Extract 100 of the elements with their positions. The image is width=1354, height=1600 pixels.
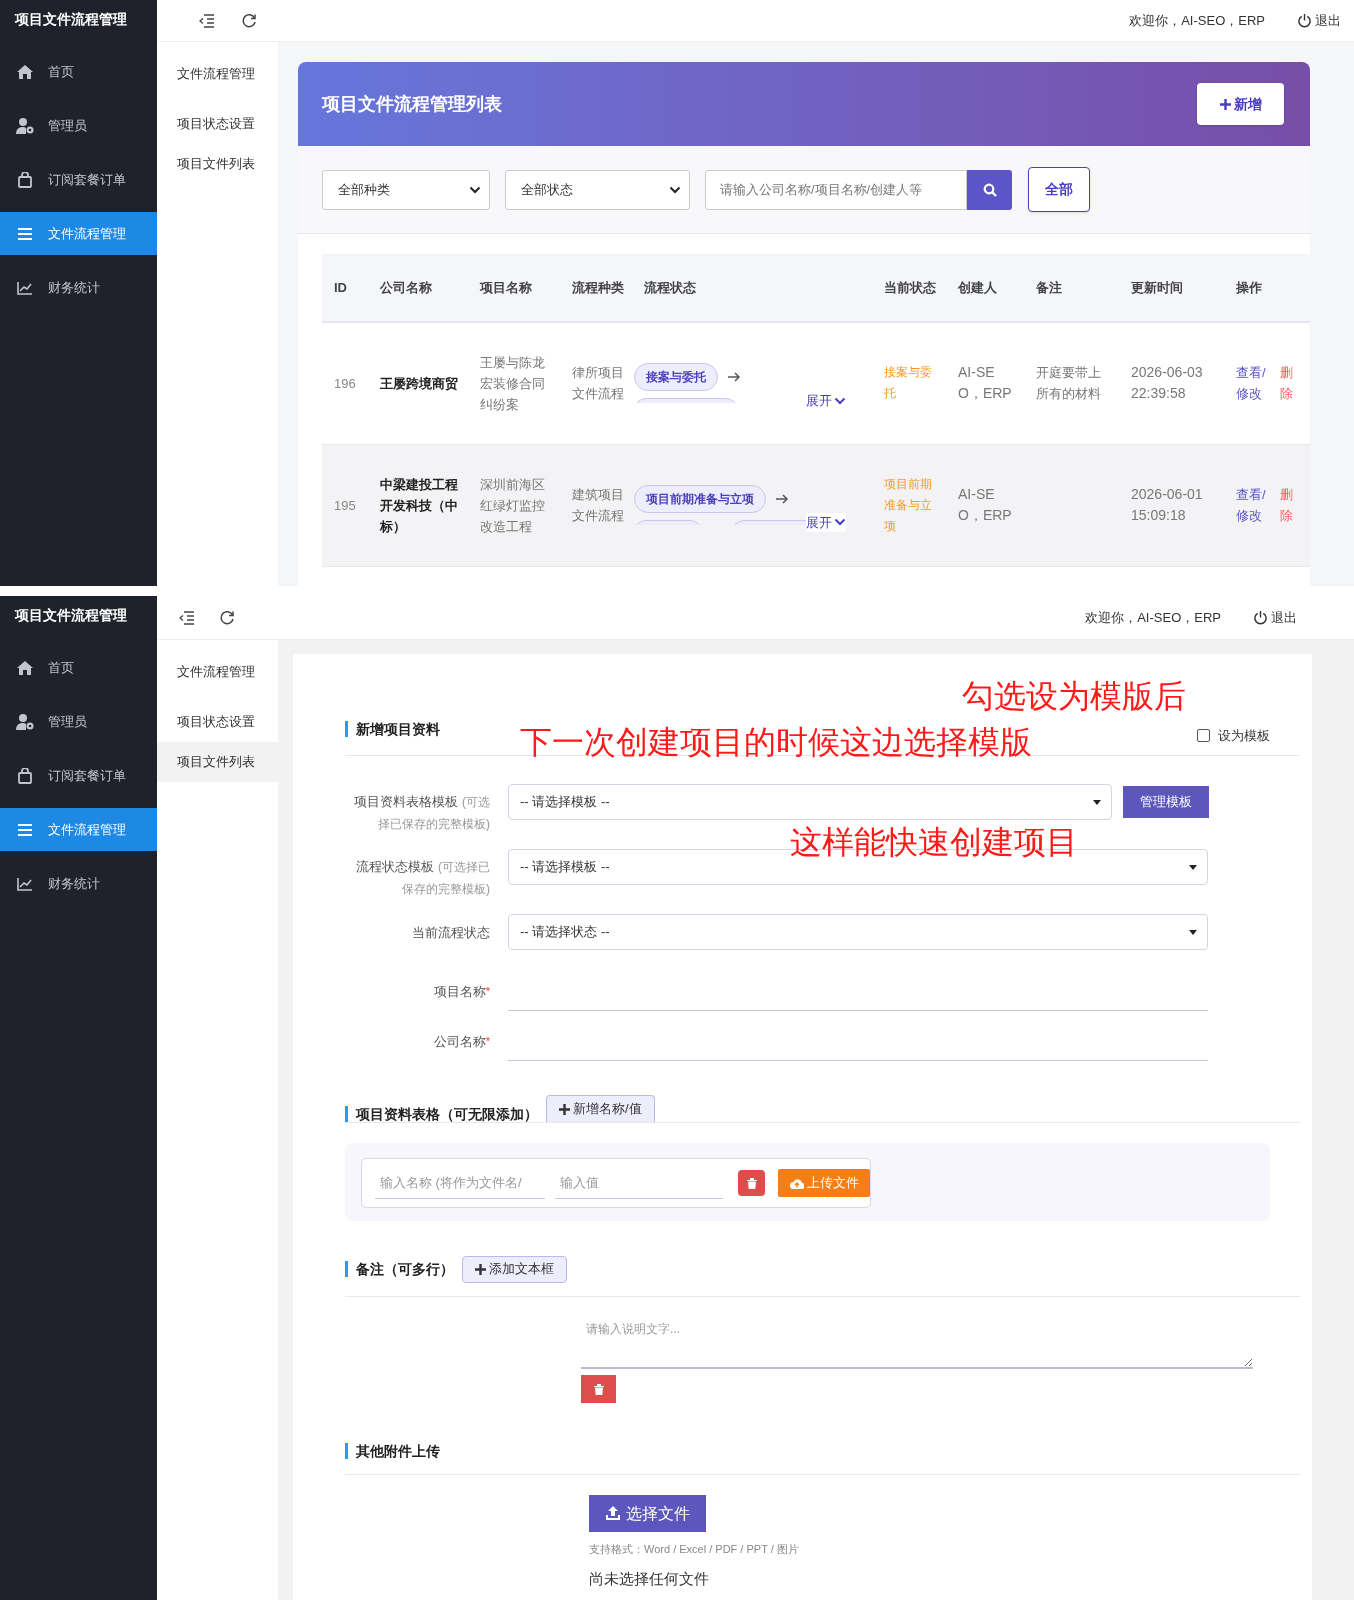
field-label: 项目名称* — [432, 983, 490, 1001]
table-cell: 王屡与陈龙宏装修合同纠纷案 — [468, 322, 560, 444]
plus-icon — [559, 1103, 570, 1115]
delete-button[interactable] — [738, 1170, 765, 1196]
section-title: 其他附件上传 — [345, 1442, 440, 1459]
manage-templates-button[interactable]: 管理模板 — [1123, 786, 1209, 818]
trash-icon — [593, 1383, 604, 1395]
table-row[interactable]: 196 王屡跨境商贸 王屡与陈龙宏装修合同纠纷案 律所项目文件流程 接案与委托 展开 接案与委托 AI-SEO，ERP 开庭要带上所有的材料 2026-06-03 22:39:58 查看/修改 删除 — [322, 322, 1310, 444]
add-button[interactable]: 添加文本框 — [462, 1255, 567, 1283]
subnav-item[interactable]: 项目状态设置 — [157, 104, 278, 144]
refresh-icon[interactable] — [219, 609, 235, 626]
table-cell: 195 — [322, 444, 368, 566]
status-tag: 接案与委托 — [634, 363, 718, 392]
column-header: 备注 — [1024, 254, 1119, 322]
annotation-text: 勾选设为模版后 — [962, 677, 1186, 716]
sidebar-item[interactable]: 首页 — [0, 646, 157, 689]
logout-link[interactable]: 退出 — [1253, 607, 1297, 628]
menu-icon — [17, 822, 33, 837]
home-icon — [16, 63, 34, 80]
sidebar-item[interactable]: 财务统计 — [0, 266, 157, 309]
line-chart-icon — [17, 280, 33, 295]
chevron-down-icon — [834, 396, 846, 405]
table-cell: 律所项目文件流程 — [560, 322, 632, 444]
column-header: 流程种类 — [560, 254, 632, 322]
field-label: 当前流程状态 — [411, 924, 490, 942]
sidebar-item[interactable]: 财务统计 — [0, 862, 157, 905]
sidebar-title: 项目文件流程管理 — [13, 10, 128, 29]
user-gear-icon — [16, 712, 34, 731]
subnav-item[interactable]: 文件流程管理 — [157, 54, 278, 94]
table-cell: 中梁建投工程开发科技（中标） — [368, 444, 468, 566]
subnav-item[interactable]: 项目状态设置 — [157, 702, 278, 742]
column-header: 更新时间 — [1119, 254, 1224, 322]
column-header: 流程状态 — [632, 254, 872, 322]
arrow-right-icon — [728, 372, 741, 383]
search-field[interactable]: 请输入公司名称/项目名称/创建人等 — [705, 169, 967, 210]
column-header: 创建人 — [946, 254, 1024, 322]
view-edit-link[interactable]: 查看/修改 — [1236, 484, 1268, 526]
section-title: 备注（可多行） — [345, 1261, 454, 1277]
type-select[interactable]: 全部种类 — [322, 169, 490, 210]
sidebar-item[interactable]: 管理员 — [0, 700, 157, 743]
field-label: 项目资料表格模板 (可选择已保存的完整模板) — [353, 793, 490, 833]
sidebar-item[interactable]: 文件流程管理 — [0, 808, 157, 851]
collapse-menu-icon[interactable] — [199, 13, 215, 28]
sidebar-item[interactable]: 首页 — [0, 50, 157, 93]
plus-icon — [475, 1263, 486, 1275]
trash-icon — [746, 1177, 757, 1189]
welcome-text: 欢迎你，AI-SEO，ERP — [1129, 11, 1265, 30]
sidebar-item[interactable]: 文件流程管理 — [0, 212, 157, 255]
section-title: 新增项目资料 — [345, 720, 440, 737]
checkbox[interactable] — [1197, 728, 1210, 742]
table-cell: 2026-06-03 22:39:58 — [1119, 322, 1224, 444]
value-field[interactable]: 输入值 — [555, 1167, 723, 1199]
plus-icon — [1219, 98, 1231, 110]
template-checkbox[interactable]: 设为模板 — [1197, 725, 1270, 745]
power-icon — [1253, 610, 1268, 625]
sidebar-item[interactable]: 订阅套餐订单 — [0, 754, 157, 797]
formats-hint: 支持格式：Word / Excel / PDF / PPT / 图片 — [589, 1542, 800, 1557]
add-button[interactable]: 新增名称/值 — [546, 1095, 655, 1122]
logout-link[interactable]: 退出 — [1297, 10, 1341, 31]
sidebar-item[interactable]: 订阅套餐订单 — [0, 158, 157, 201]
table-cell: 深圳前海区红绿灯监控改造工程 — [468, 444, 560, 566]
column-header: ID — [322, 254, 368, 322]
subnav-item[interactable]: 项目文件列表 — [157, 144, 278, 184]
bag-icon — [18, 171, 32, 188]
subnav-item[interactable]: 项目文件列表 — [157, 742, 278, 782]
table-cell: 建筑项目文件流程 — [560, 444, 632, 566]
template-select[interactable]: -- 请选择模板 -- — [508, 784, 1112, 820]
table-cell: 开庭要带上所有的材料 — [1024, 322, 1119, 444]
status-select[interactable]: 全部状态 — [505, 169, 690, 210]
cloud-upload-icon — [789, 1177, 804, 1189]
chevron-down-icon — [469, 185, 481, 194]
all-button[interactable]: 全部 — [1028, 167, 1090, 212]
annotation-text: 下一次创建项目的时候这边选择模版 — [520, 723, 1032, 762]
column-header: 操作 — [1224, 254, 1310, 322]
table-cell: 2026-06-01 15:09:18 — [1119, 444, 1224, 566]
status-tag: 项目前期准备与立项 — [634, 485, 766, 513]
search-button[interactable] — [967, 169, 1012, 210]
line-chart-icon — [17, 876, 33, 891]
user-gear-icon — [16, 116, 34, 135]
delete-button[interactable] — [581, 1375, 616, 1403]
caret-icon — [1189, 864, 1197, 870]
notes-textarea[interactable]: 请输入说明文字... — [581, 1312, 1253, 1369]
section-title: 项目资料表格（可无限添加） — [345, 1106, 538, 1122]
collapse-menu-icon[interactable] — [179, 610, 195, 625]
power-icon — [1297, 13, 1312, 28]
search-icon — [982, 182, 997, 197]
file-status-text: 尚未选择任何文件 — [589, 1568, 710, 1589]
table-cell: AI-SEO，ERP — [946, 322, 1024, 444]
sidebar-title: 项目文件流程管理 — [13, 606, 128, 625]
subnav-item[interactable]: 文件流程管理 — [157, 652, 278, 692]
view-edit-link[interactable]: 查看/修改 — [1236, 362, 1268, 405]
choose-file-button[interactable]: 选择文件 — [589, 1495, 706, 1532]
table-cell: 接案与委托 — [872, 322, 946, 444]
sidebar-item[interactable]: 管理员 — [0, 104, 157, 147]
name-field[interactable]: 输入名称 (将作为文件名/ — [375, 1167, 545, 1199]
refresh-icon[interactable] — [241, 12, 257, 29]
expand-link[interactable]: 展开 — [806, 512, 846, 532]
add-button[interactable]: 新增 — [1197, 83, 1284, 125]
template-select[interactable]: -- 请选择状态 -- — [508, 914, 1208, 950]
menu-icon — [17, 226, 33, 241]
